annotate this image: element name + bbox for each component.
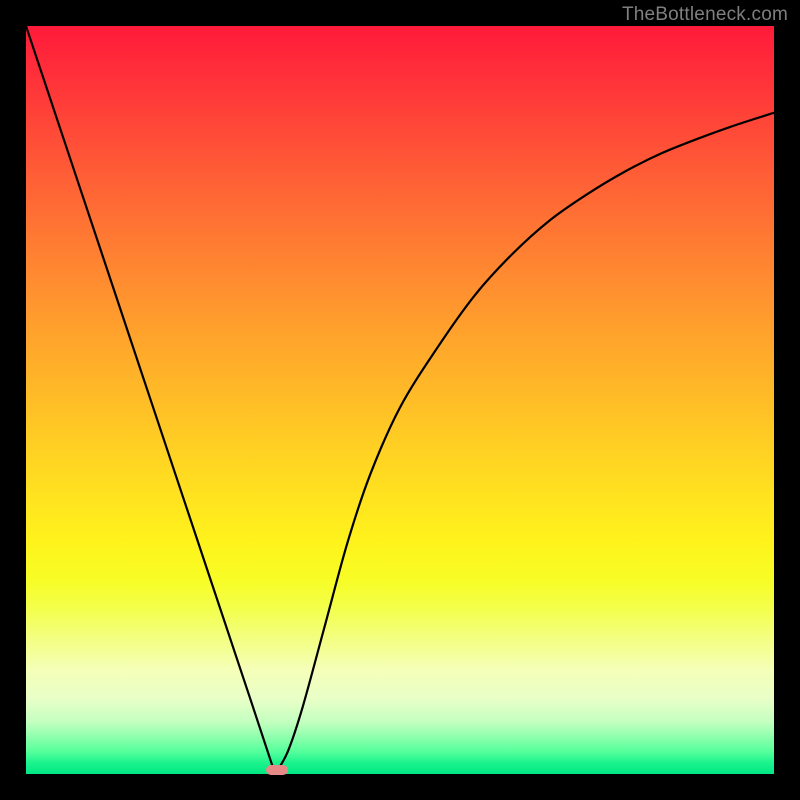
bottleneck-curve [26, 26, 774, 774]
optimal-marker [266, 765, 288, 775]
plot-area [26, 26, 774, 774]
chart-frame: TheBottleneck.com [0, 0, 800, 800]
watermark-text: TheBottleneck.com [622, 4, 788, 26]
curve-layer [26, 26, 774, 774]
